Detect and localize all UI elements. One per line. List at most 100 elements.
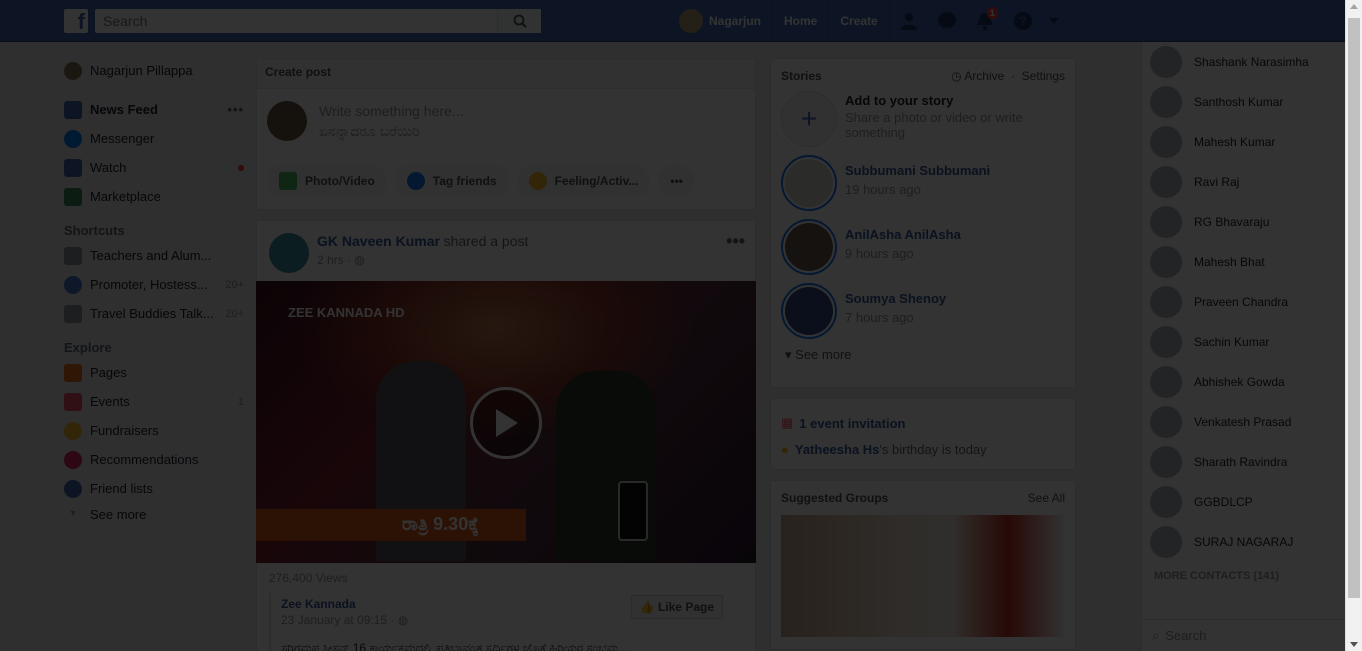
chat-contact-name: Mahesh Kumar <box>1194 135 1276 149</box>
add-story[interactable]: + Add to your story Share a photo or vid… <box>781 91 1065 147</box>
account-menu-button[interactable] <box>1042 0 1066 42</box>
show-time: ರಾತ್ರಿ 9.30ಕ್ಕೆ <box>402 514 479 534</box>
sidebar-item-news-feed[interactable]: News Feed ••• <box>64 95 244 124</box>
search-input[interactable] <box>95 9 495 33</box>
story-item[interactable]: AnilAsha AnilAsha 9 hours ago <box>781 219 1065 275</box>
create-post-card: Create post Write something here... ಏನನ್… <box>256 58 756 210</box>
notifications-button[interactable]: 1 <box>966 0 1004 42</box>
feeling-activity-label: Feeling/Activ... <box>554 174 639 188</box>
sidebar-item-marketplace[interactable]: Marketplace <box>64 182 244 211</box>
stories-title: Stories <box>781 69 822 83</box>
chat-contact-name: Shashank Narasimha <box>1194 55 1309 69</box>
stories-see-more[interactable]: ▾ See more <box>781 347 1065 363</box>
more-options-icon[interactable]: ••• <box>227 102 244 117</box>
suggested-group-image[interactable] <box>781 515 1065 637</box>
composer-placeholder-kannada: ಏನನ್ನಾದರೂ ಬರೆಯಿರಿ <box>319 123 420 139</box>
chat-contact[interactable]: Shashank Narasimha <box>1142 42 1345 82</box>
shared-time[interactable]: 23 January at 09:15 <box>281 613 387 627</box>
see-more-link[interactable]: ▾ See more <box>64 503 244 525</box>
birthday-name[interactable]: Yatheesha Hs <box>795 442 880 457</box>
story-time: 9 hours ago <box>845 246 914 261</box>
photo-video-button[interactable]: Photo/Video <box>267 165 387 197</box>
home-link[interactable]: Home <box>773 0 830 42</box>
avatar <box>1150 406 1182 438</box>
friend-requests-button[interactable] <box>890 0 928 42</box>
shortcut-item[interactable]: Travel Buddies Talk... 20+ <box>64 299 244 328</box>
globe-icon: ◍ <box>397 613 409 627</box>
chat-contact[interactable]: Santhosh Kumar <box>1142 82 1345 122</box>
explore-item-friend-lists[interactable]: Friend lists <box>64 474 244 503</box>
post-options-icon[interactable]: ••• <box>726 231 745 252</box>
play-button[interactable] <box>470 387 542 459</box>
gift-icon: ● <box>781 441 789 457</box>
composer-body[interactable]: Write something here... ಏನನ್ನಾದರೂ ಬರೆಯಿರ… <box>257 89 755 157</box>
feed-post: GK Naveen Kumar shared a post 2 hrs · ◍ … <box>256 220 756 651</box>
shortcut-label: Travel Buddies Talk... <box>90 306 214 321</box>
chat-contact[interactable]: RG Bhavaraju <box>1142 202 1345 242</box>
left-sidebar: Nagarjun Pillappa News Feed ••• Messenge… <box>64 56 244 525</box>
create-link[interactable]: Create <box>829 0 890 42</box>
scroll-thumb[interactable] <box>1348 18 1360 598</box>
story-item[interactable]: Soumya Shenoy 7 hours ago <box>781 283 1065 339</box>
composer-placeholder[interactable]: Write something here... <box>319 101 463 121</box>
avatar[interactable] <box>269 233 309 273</box>
feeling-activity-button[interactable]: Feeling/Activ... <box>516 165 651 197</box>
explore-item-recommendations[interactable]: Recommendations <box>64 445 244 474</box>
post-time[interactable]: 2 hrs <box>317 253 344 267</box>
chat-contact[interactable]: Venkatesh Prasad <box>1142 402 1345 442</box>
help-button[interactable]: ? <box>1004 0 1042 42</box>
shared-post: Zee Kannada 23 January at 09:15 · ◍ 👍 Li… <box>269 593 743 651</box>
scroll-down-arrow[interactable] <box>1350 642 1358 647</box>
chat-contact[interactable]: Ravi Raj <box>1142 162 1345 202</box>
chat-search[interactable]: ⌕ Search <box>1142 619 1346 651</box>
chat-contact[interactable]: GGBDLCP <box>1142 482 1345 522</box>
caret-down-icon <box>1048 18 1059 24</box>
avatar <box>1150 126 1182 158</box>
chat-contact[interactable]: SURAJ NAGARAJ <box>1142 522 1345 562</box>
group-icon <box>64 275 82 294</box>
more-composer-options[interactable]: ••• <box>658 165 695 197</box>
explore-item-events[interactable]: Events 1 <box>64 387 244 416</box>
tag-friends-button[interactable]: Tag friends <box>394 165 509 197</box>
story-item[interactable]: Subbumani Subbumani 19 hours ago <box>781 155 1065 211</box>
like-page-button[interactable]: 👍 Like Page <box>630 595 723 619</box>
chat-contact[interactable]: Sharath Ravindra <box>1142 442 1345 482</box>
avatar <box>1150 526 1182 558</box>
settings-link[interactable]: Settings <box>1022 69 1065 83</box>
sidebar-item-watch[interactable]: Watch <box>64 153 244 182</box>
search-box[interactable] <box>95 9 541 33</box>
avatar <box>1150 166 1182 198</box>
explore-item-fundraisers[interactable]: Fundraisers <box>64 416 244 445</box>
shortcut-item[interactable]: Teachers and Alum... <box>64 241 244 270</box>
news-feed: Create post Write something here... ಏನನ್… <box>256 58 756 651</box>
friends-icon <box>900 13 917 30</box>
post-author[interactable]: GK Naveen Kumar <box>317 233 440 249</box>
tag-friends-label: Tag friends <box>432 174 497 188</box>
chat-contact[interactable]: Abhishek Gowda <box>1142 362 1345 402</box>
profile-link[interactable]: Nagarjun <box>668 0 774 42</box>
chat-contact[interactable]: Mahesh Bhat <box>1142 242 1345 282</box>
chat-contact[interactable]: Praveen Chandra <box>1142 282 1345 322</box>
sidebar-profile-link[interactable]: Nagarjun Pillappa <box>64 56 244 85</box>
messenger-button[interactable] <box>928 0 966 42</box>
archive-link[interactable]: Archive <box>964 69 1004 83</box>
story-avatar <box>781 155 837 211</box>
event-invitation[interactable]: ▦ 1 event invitation <box>781 411 1065 435</box>
news-feed-icon <box>64 100 82 119</box>
avatar <box>1150 46 1182 78</box>
scroll-up-arrow[interactable] <box>1350 4 1358 9</box>
chat-contact-name: Abhishek Gowda <box>1194 375 1285 389</box>
see-all-link[interactable]: See All <box>1028 491 1065 505</box>
explore-item-pages[interactable]: Pages <box>64 358 244 387</box>
shortcut-item[interactable]: Promoter, Hostess... 20+ <box>64 270 244 299</box>
page-scrollbar[interactable] <box>1345 0 1362 651</box>
chat-contact[interactable]: Mahesh Kumar <box>1142 122 1345 162</box>
shortcut-label: Teachers and Alum... <box>90 248 212 263</box>
post-video[interactable]: ZEE KANNADA HD ರಾತ್ರಿ 9.30ಕ್ಕೆ <box>256 281 756 563</box>
facebook-logo[interactable]: f <box>64 9 88 33</box>
birthday-notice[interactable]: ● Yatheesha Hs's birthday is today <box>781 437 1065 461</box>
sidebar-item-messenger[interactable]: Messenger <box>64 124 244 153</box>
search-button[interactable] <box>497 9 541 33</box>
stories-header: Stories ◷ Archive · Settings <box>781 69 1065 83</box>
chat-contact[interactable]: Sachin Kumar <box>1142 322 1345 362</box>
